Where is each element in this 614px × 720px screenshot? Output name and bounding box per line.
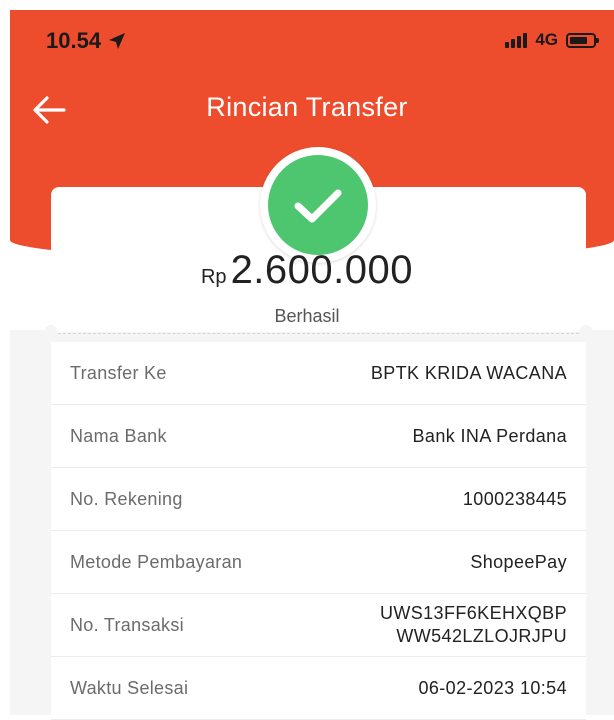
network-label: 4G — [535, 30, 558, 49]
detail-row-transfer-ke: Transfer Ke BPTK KRIDA WACANA — [51, 342, 586, 405]
amount-value: 2.600.000 — [230, 248, 414, 292]
amount-currency: Rp — [200, 266, 227, 288]
detail-value-multiline: UWS13FF6KEHXQBP WW542LZLOJRJPU — [380, 602, 567, 648]
location-arrow-icon — [109, 33, 126, 49]
detail-label: No. Rekening — [70, 488, 183, 509]
check-icon — [294, 189, 342, 223]
transfer-status: Berhasil — [274, 306, 340, 326]
transfer-amount: Rp 2.600.000 — [0, 248, 614, 293]
detail-row-nama-bank: Nama Bank Bank INA Perdana — [51, 405, 586, 468]
detail-label: Nama Bank — [70, 425, 167, 446]
detail-row-no-rekening: No. Rekening 1000238445 — [51, 468, 586, 531]
detail-row-no-transaksi: No. Transaksi UWS13FF6KEHXQBP WW542LZLOJ… — [51, 594, 586, 657]
page-title: Rincian Transfer — [206, 92, 408, 122]
status-right: 4G — [505, 30, 599, 50]
detail-label: Transfer Ke — [70, 362, 167, 383]
detail-value: 06-02-2023 10:54 — [418, 677, 567, 698]
detail-label: Waktu Selesai — [70, 677, 189, 698]
frame-top — [0, 0, 614, 10]
signal-icon — [505, 32, 528, 48]
frame-left — [0, 0, 10, 715]
detail-value: Bank INA Perdana — [412, 425, 567, 446]
card-notch-right — [579, 325, 593, 341]
detail-value: ShopeePay — [470, 551, 567, 572]
detail-value: 1000238445 — [462, 488, 567, 509]
card-notch-left — [44, 325, 58, 341]
transaction-id-line-1: UWS13FF6KEHXQBP — [379, 603, 567, 623]
detail-list: Transfer Ke BPTK KRIDA WACANA Nama Bank … — [51, 342, 586, 720]
detail-value: BPTK KRIDA WACANA — [370, 362, 567, 383]
card-divider — [58, 333, 579, 334]
battery-icon — [566, 32, 599, 48]
success-badge — [268, 155, 368, 255]
status-time: 10.54 — [46, 28, 127, 54]
detail-row-waktu-selesai: Waktu Selesai 06-02-2023 10:54 — [51, 657, 586, 720]
detail-row-metode-pembayaran: Metode Pembayaran ShopeePay — [51, 531, 586, 594]
detail-label: No. Transaksi — [70, 614, 184, 635]
transaction-id-line-2: WW542LZLOJRJPU — [396, 626, 567, 646]
detail-label: Metode Pembayaran — [70, 551, 243, 572]
status-time-text: 10.54 — [46, 28, 102, 53]
